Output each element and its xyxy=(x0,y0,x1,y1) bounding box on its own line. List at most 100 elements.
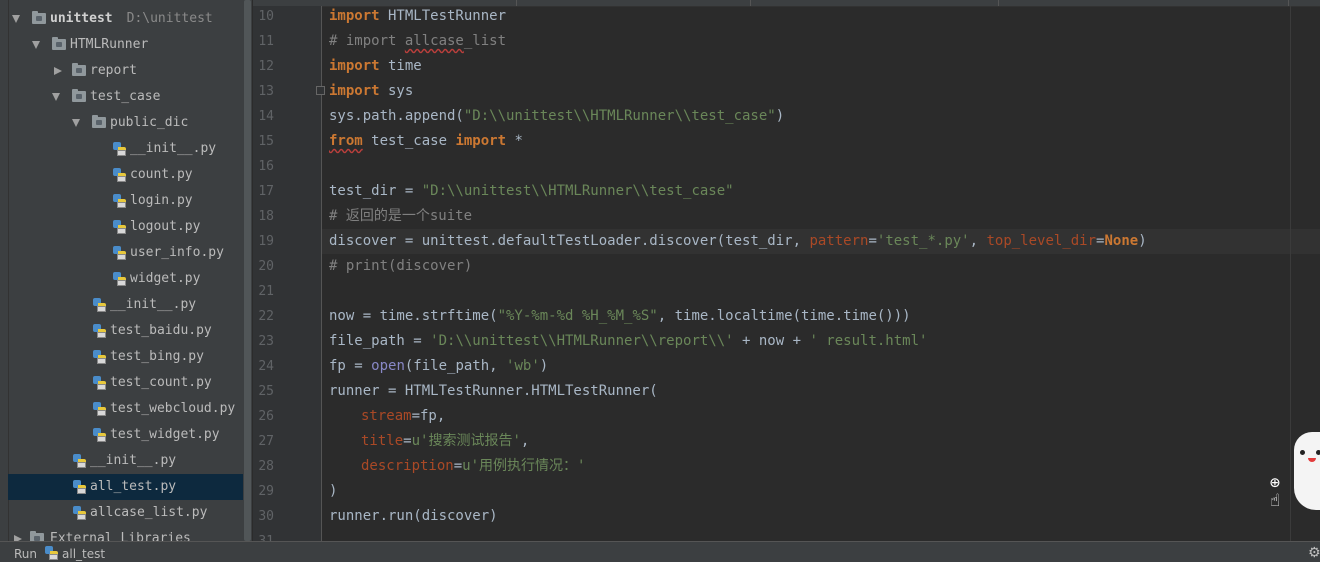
project-scrollbar-thumb[interactable] xyxy=(244,0,251,541)
code-line-20: # print(discover) xyxy=(329,258,473,274)
line-number: 27 xyxy=(258,434,274,449)
tree-node-htmlrunner[interactable]: HTMLRunner xyxy=(8,32,244,58)
folder-icon xyxy=(92,115,106,128)
code-line-26: stream=fp, xyxy=(361,408,446,424)
python-file-icon xyxy=(92,375,108,391)
code-line-12: import time xyxy=(329,58,422,74)
folder-icon xyxy=(72,89,86,102)
folder-icon xyxy=(72,63,86,76)
code-line-23: file_path = 'D:\\unittest\\HTMLRunner\\r… xyxy=(329,333,928,349)
python-file-icon xyxy=(112,219,128,235)
tree-file-selected[interactable]: all_test.py xyxy=(8,474,244,500)
tree-file[interactable]: count.py xyxy=(8,162,244,188)
run-config-name[interactable]: all_test xyxy=(62,547,105,561)
tree-label: logout.py xyxy=(130,219,201,234)
code-line-17: test_dir = "D:\\unittest\\HTMLRunner\\te… xyxy=(329,183,734,199)
project-tool-window: unittest D:\unittest HTMLRunner report te… xyxy=(0,0,253,541)
tree-file[interactable]: user_info.py xyxy=(8,240,244,266)
code-line-15: from test_case import * xyxy=(329,133,523,149)
tree-label: login.py xyxy=(130,193,193,208)
mascot-icon[interactable] xyxy=(1292,432,1320,512)
line-number: 23 xyxy=(258,334,274,349)
arrow-down-icon[interactable] xyxy=(32,41,40,49)
tree-label: count.py xyxy=(130,167,193,182)
arrow-down-icon[interactable] xyxy=(12,15,20,23)
folder-icon xyxy=(52,37,66,50)
line-number: 22 xyxy=(258,309,274,324)
tree-node-external-libraries[interactable]: External Libraries xyxy=(8,526,244,541)
arrow-right-icon[interactable] xyxy=(54,67,62,75)
line-number: 30 xyxy=(258,509,274,524)
tree-label: __init__.py xyxy=(110,297,197,312)
tree-file[interactable]: logout.py xyxy=(8,214,244,240)
python-file-icon xyxy=(112,271,128,287)
line-number: 14 xyxy=(258,109,274,124)
tree-file[interactable]: login.py xyxy=(8,188,244,214)
tree-label: test_widget.py xyxy=(110,427,220,442)
line-number: 16 xyxy=(258,159,274,174)
tree-file[interactable]: test_baidu.py xyxy=(8,318,244,344)
code-line-19: discover = unittest.defaultTestLoader.di… xyxy=(329,233,1147,249)
python-file-icon xyxy=(72,505,88,521)
tree-file[interactable]: __init__.py xyxy=(8,448,244,474)
tree-file[interactable]: __init__.py xyxy=(8,292,244,318)
tree-label: test_count.py xyxy=(110,375,212,390)
run-label[interactable]: Run xyxy=(14,547,37,561)
python-file-icon xyxy=(112,167,128,183)
line-number: 18 xyxy=(258,209,274,224)
tree-label: widget.py xyxy=(130,271,201,286)
tree-label: __init__.py xyxy=(130,141,217,156)
line-number: 10 xyxy=(258,9,274,24)
line-number: 29 xyxy=(258,484,274,499)
tree-node-public-dic[interactable]: public_dic xyxy=(8,110,244,136)
tree-node-test-case[interactable]: test_case xyxy=(8,84,244,110)
python-file-icon xyxy=(112,193,128,209)
root-path: D:\unittest xyxy=(126,11,213,26)
code-line-25: runner = HTMLTestRunner.HTMLTestRunner( xyxy=(329,383,658,399)
line-number: 21 xyxy=(258,284,274,299)
tree-file[interactable]: allcase_list.py xyxy=(8,500,244,526)
python-file-icon xyxy=(112,141,128,157)
line-number: 15 xyxy=(258,134,274,149)
code-line-27: title=u'搜索测试报告', xyxy=(361,433,530,449)
code-line-22: now = time.strftime("%Y-%m-%d %H_%M_%S",… xyxy=(329,308,911,324)
tree-file[interactable]: widget.py xyxy=(8,266,244,292)
tree-file[interactable]: test_webcloud.py xyxy=(8,396,244,422)
code-line-28: description=u'用例执行情况：' xyxy=(361,458,586,474)
tree-label: test_bing.py xyxy=(110,349,204,364)
code-line-30: runner.run(discover) xyxy=(329,508,498,524)
python-file-icon xyxy=(92,349,108,365)
tree-label: HTMLRunner xyxy=(70,37,149,52)
line-number: 25 xyxy=(258,384,274,399)
run-tool-bar[interactable]: Run all_test ⚙ xyxy=(0,541,1320,562)
tree-label: report xyxy=(90,63,137,78)
python-file-icon xyxy=(72,479,88,495)
tree-file[interactable]: test_bing.py xyxy=(8,344,244,370)
code-line-13: import sys xyxy=(329,83,414,99)
tree-label: __init__.py xyxy=(90,453,177,468)
arrow-down-icon[interactable] xyxy=(72,119,80,127)
line-number: 13 xyxy=(258,84,274,99)
tree-label: user_info.py xyxy=(130,245,224,260)
tree-label: test_case xyxy=(90,89,161,104)
line-number: 19 xyxy=(258,234,274,249)
line-number: 11 xyxy=(258,34,274,49)
settings-gear-icon[interactable]: ⚙ xyxy=(1308,545,1320,561)
python-file-icon xyxy=(92,297,108,313)
right-margin-guide xyxy=(1290,6,1291,541)
tree-label: allcase_list.py xyxy=(90,505,208,520)
python-file-icon xyxy=(44,545,58,560)
tree-file[interactable]: __init__.py xyxy=(8,136,244,162)
library-icon xyxy=(30,531,44,541)
tree-file[interactable]: test_widget.py xyxy=(8,422,244,448)
python-file-icon xyxy=(92,427,108,443)
tree-node-unittest[interactable]: unittest D:\unittest xyxy=(8,6,244,32)
code-line-24: fp = open(file_path, 'wb') xyxy=(329,358,549,374)
tree-file[interactable]: test_count.py xyxy=(8,370,244,396)
line-number: 26 xyxy=(258,409,274,424)
arrow-down-icon[interactable] xyxy=(52,93,60,101)
root-name: unittest xyxy=(50,11,113,26)
code-editor[interactable]: import HTMLTestRunner # import allcase_l… xyxy=(322,6,1320,541)
tree-node-report[interactable]: report xyxy=(8,58,244,84)
line-number: 24 xyxy=(258,359,274,374)
